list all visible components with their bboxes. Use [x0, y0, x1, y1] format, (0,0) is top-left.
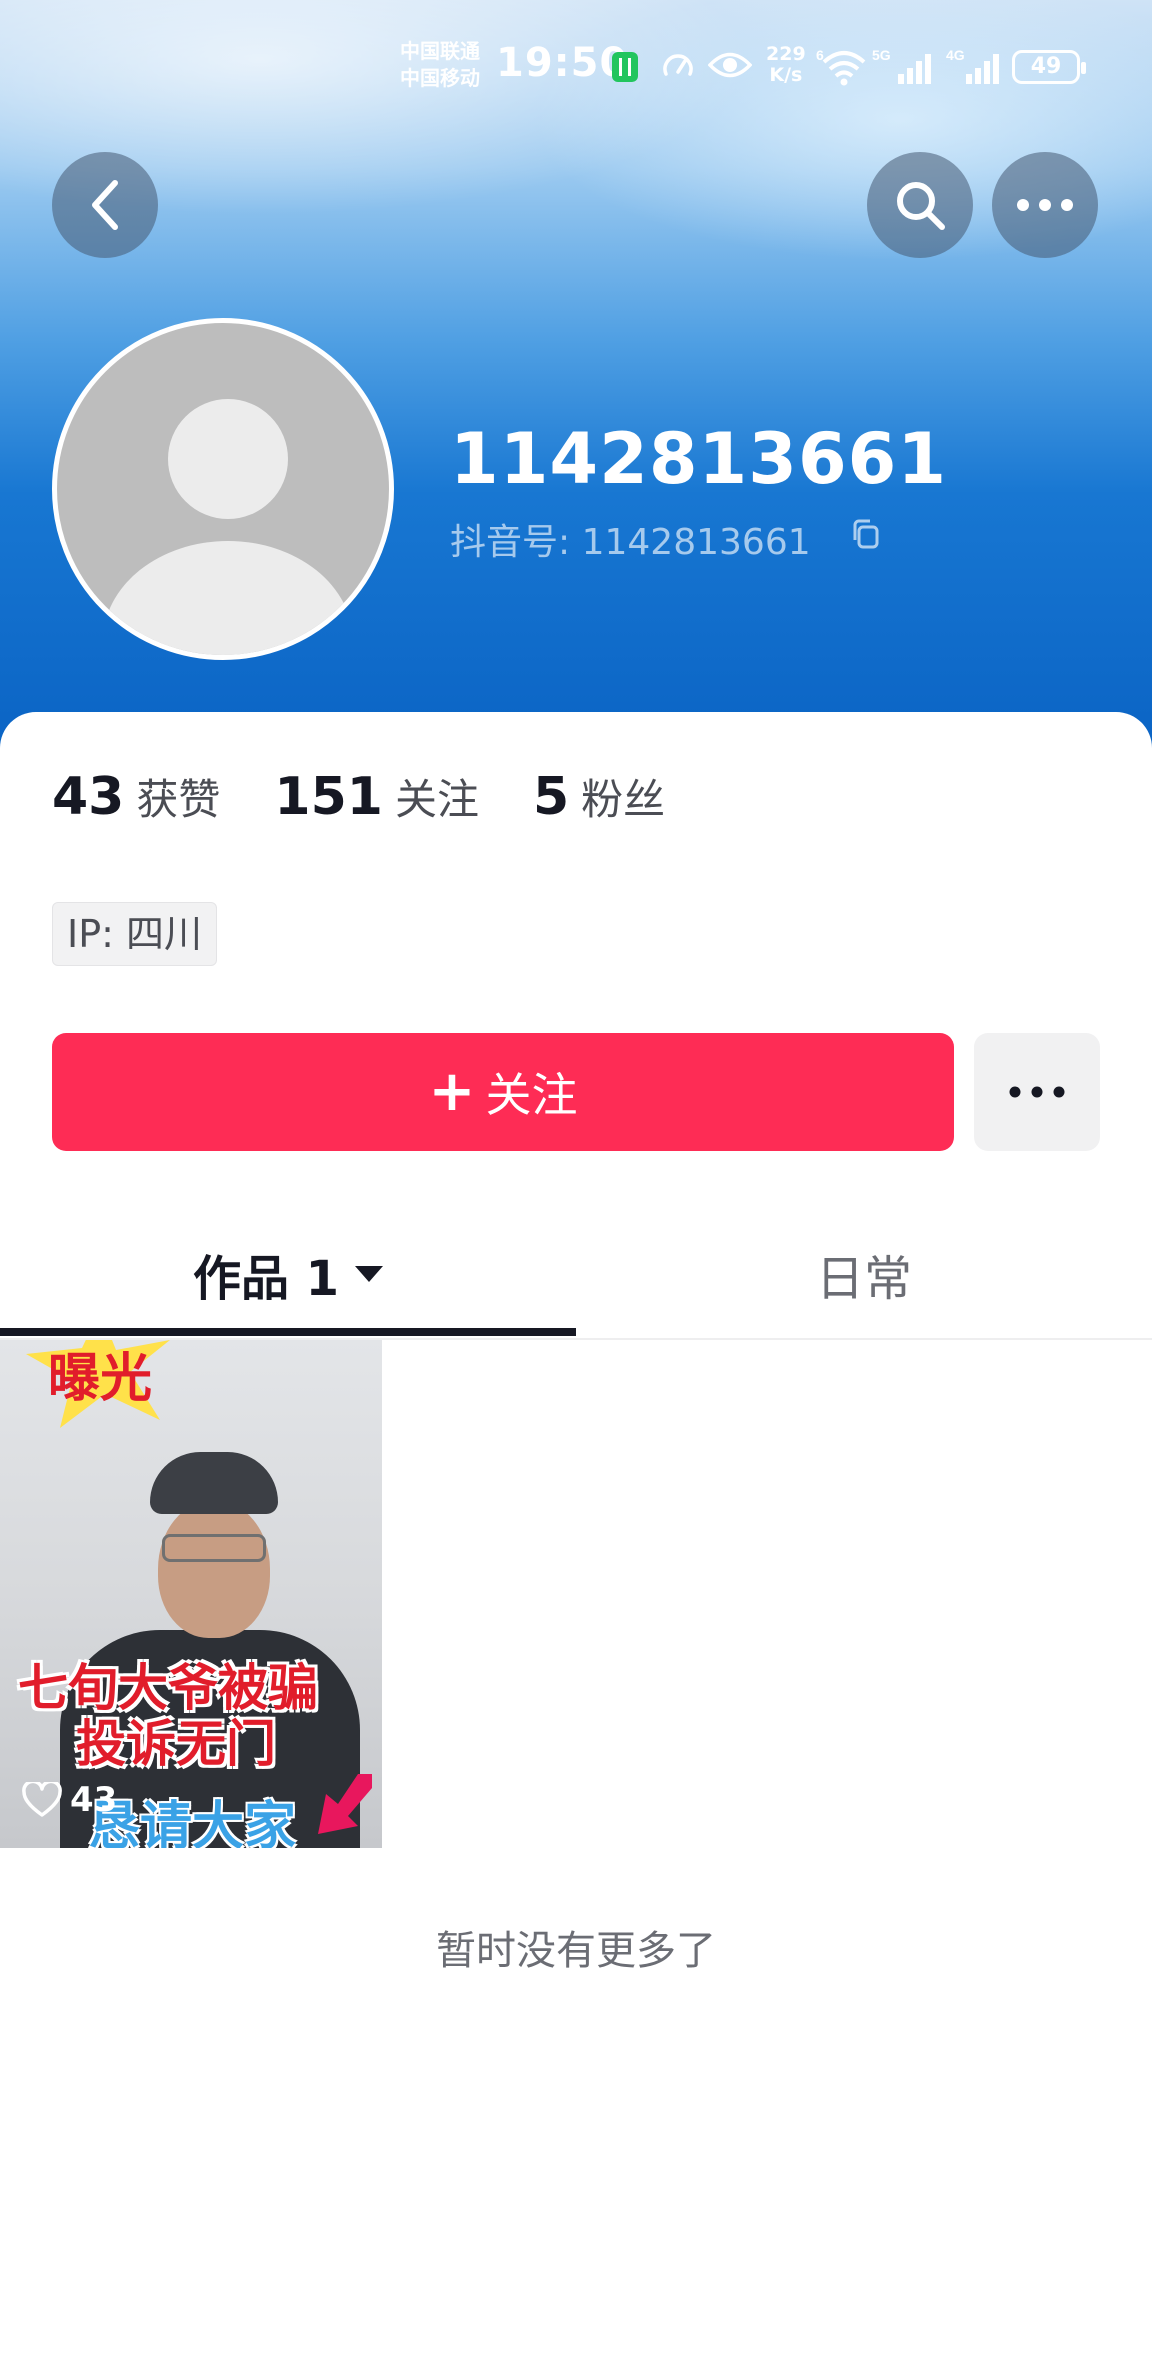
active-tab-indicator [0, 1328, 576, 1336]
battery-indicator: 49 [1012, 50, 1086, 84]
video-caption-line3: 恳请大家 [88, 1797, 297, 1848]
status-bar: 中国联通 中国移动 19:50 229 K/s 6 5G 4G 49 [0, 0, 1152, 140]
caret-down-icon [355, 1266, 384, 1282]
status-time: 19:50 [496, 40, 629, 86]
video-thumbnail[interactable]: 曝光 七旬大爷被骗 投诉无门 恳请大家 43 [0, 1340, 382, 1848]
dots-icon [1009, 1086, 1065, 1098]
network-speed-unit: K/s [769, 64, 803, 86]
arrow-decoration-icon [318, 1774, 372, 1834]
back-button[interactable] [52, 152, 158, 258]
hourglass-icon [612, 52, 638, 82]
stat-likes-label: 获赞 [136, 775, 221, 824]
stat-followers[interactable]: 5 粉丝 [533, 766, 665, 827]
username: 1142813661 [450, 418, 948, 500]
video-likes-count: 43 [70, 1780, 118, 1820]
more-options-button[interactable] [992, 152, 1098, 258]
douyin-id-value: 1142813661 [581, 522, 811, 563]
profile-stats: 43 获赞 151 关注 5 粉丝 [52, 766, 719, 827]
video-person-face [158, 1500, 270, 1638]
tab-daily[interactable]: 日常 [576, 1210, 1152, 1338]
more-icon [1017, 199, 1073, 211]
network-speed: 229 K/s [766, 44, 806, 86]
stat-likes-value: 43 [52, 767, 125, 827]
tab-works-label: 作品 1 [192, 1251, 340, 1307]
network-speed-value: 229 [766, 43, 806, 65]
signal-4g-icon: 4G [946, 47, 999, 84]
stat-following-value: 151 [274, 767, 383, 827]
video-caption-line2: 投诉无门 [76, 1715, 276, 1773]
video-likes: 43 [22, 1780, 117, 1820]
profile-menu-button[interactable] [974, 1033, 1100, 1151]
video-top-caption: 曝光 [48, 1349, 153, 1409]
copy-icon[interactable] [850, 518, 882, 550]
avatar-placeholder-head [168, 399, 288, 519]
video-person-hat [150, 1452, 278, 1514]
video-person-glasses [162, 1534, 266, 1562]
signal-4g-label: 4G [946, 47, 965, 63]
content-tabs: 作品 1 日常 [0, 1210, 1152, 1340]
wifi-icon: 6 [816, 47, 866, 86]
stat-followers-label: 粉丝 [581, 775, 666, 824]
no-more-content-text: 暂时没有更多了 [436, 1928, 716, 1974]
signal-5g-icon: 5G [872, 47, 931, 84]
carrier-2: 中国移动 [400, 66, 480, 90]
search-icon [897, 182, 945, 230]
follow-button-label: 关注 [485, 1068, 578, 1122]
carrier-1: 中国联通 [400, 39, 480, 63]
stat-likes[interactable]: 43 获赞 [52, 766, 220, 827]
stat-followers-value: 5 [532, 767, 570, 827]
back-icon [92, 180, 118, 230]
douyin-id: 抖音号: 1142813661 [450, 513, 811, 565]
carrier-labels: 中国联通 中国移动 [400, 38, 480, 92]
speedometer-icon [663, 54, 693, 76]
ip-location-badge: IP: 四川 [52, 902, 218, 966]
stat-following-label: 关注 [394, 775, 479, 824]
tab-works[interactable]: 作品 1 [0, 1210, 576, 1338]
avatar-placeholder-body [103, 541, 353, 655]
plus-icon: + [428, 1059, 476, 1124]
tab-daily-label: 日常 [815, 1251, 912, 1307]
follow-button[interactable]: + 关注 [52, 1033, 954, 1151]
eye-icon [708, 52, 752, 78]
stat-following[interactable]: 151 关注 [274, 766, 479, 827]
douyin-id-label: 抖音号: [450, 522, 571, 563]
search-button[interactable] [867, 152, 973, 258]
heart-icon [22, 1782, 62, 1817]
signal-5g-label: 5G [872, 47, 891, 63]
avatar[interactable] [52, 318, 394, 660]
